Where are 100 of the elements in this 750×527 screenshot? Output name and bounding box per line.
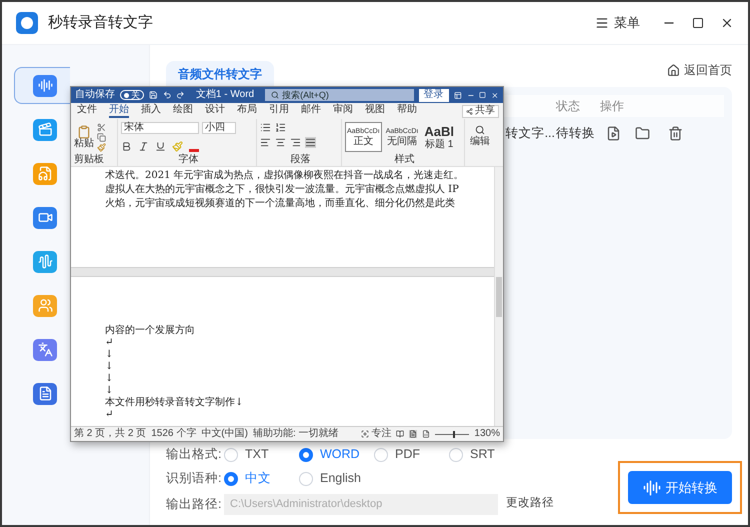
ribbon-tab[interactable]: 审阅	[333, 104, 353, 118]
radio-button[interactable]	[299, 448, 313, 462]
tab[interactable]: 音频文件转文字	[166, 61, 274, 87]
autosave-toggle[interactable]: 关	[120, 90, 144, 100]
option-label: 输出路径:	[166, 496, 222, 513]
bold-icon[interactable]	[121, 141, 132, 152]
menu-icon	[595, 16, 609, 30]
column-header: 状态	[556, 98, 581, 115]
app-logo-icon	[16, 12, 38, 34]
redo-icon[interactable]	[176, 90, 185, 100]
group-label: 段落	[290, 155, 312, 166]
status-text: 第 2 页，共 2 页	[74, 429, 146, 439]
delete-icon[interactable]	[668, 126, 683, 140]
document-line: ↵	[105, 337, 114, 349]
justify-icon[interactable]	[305, 137, 316, 148]
document-line: 本文件用秒转录音转文字制作↓	[105, 397, 244, 409]
read-mode-icon[interactable]	[396, 430, 404, 438]
ribbon-display-icon[interactable]	[454, 90, 462, 100]
radio-label: SRT	[470, 446, 495, 464]
document-title: 文档1 - Word	[196, 90, 254, 100]
font-color-icon[interactable]	[189, 149, 199, 152]
play-file-icon[interactable]	[606, 126, 621, 140]
document-line: 虚拟人在大热的元宇宙概念之下，很快引发一波流量。元宇宙概念点燃虚拟人 IP	[105, 183, 460, 197]
ribbon-tab[interactable]: 引用	[269, 104, 289, 118]
status-text: 辅助功能: 一切就绪	[252, 429, 339, 439]
ribbon-tab[interactable]: 设计	[205, 104, 225, 118]
search-icon	[271, 91, 280, 99]
font-size-field[interactable]: 小四	[202, 122, 236, 134]
radio-label: TXT	[245, 446, 269, 464]
document-line: ↓	[105, 349, 114, 361]
ribbon-tab[interactable]: 视图	[365, 104, 385, 118]
search-field[interactable]: 搜索(Alt+Q)	[265, 89, 414, 101]
ribbon-tab[interactable]: 文件	[77, 104, 97, 118]
ribbon-tab[interactable]: 布局	[237, 104, 257, 118]
align-right-icon[interactable]	[290, 137, 301, 148]
document-line: ↓	[105, 361, 114, 373]
italic-icon[interactable]	[138, 141, 149, 152]
ribbon-tab[interactable]: 邮件	[301, 104, 321, 118]
sign-in-button[interactable]: 登录	[418, 88, 449, 102]
style-preview: AaBl	[424, 124, 454, 138]
ribbon-tab[interactable]: 绘图	[173, 104, 193, 118]
folder-icon[interactable]	[635, 126, 650, 140]
app-title: 秒转录音转文字	[48, 12, 153, 33]
document-line: ↓	[105, 385, 114, 396]
align-left-icon[interactable]	[260, 137, 271, 148]
style-name: 标题 1	[425, 140, 454, 150]
font-name-field[interactable]: 宋体	[121, 122, 199, 134]
status-text: 1526 个字	[151, 429, 196, 439]
style-name: 正文	[353, 136, 374, 146]
sidebar-item[interactable]	[14, 67, 70, 104]
group-label: 字体	[178, 155, 200, 166]
format-painter-icon[interactable]	[97, 142, 106, 152]
status-text: 待转换	[556, 124, 596, 142]
style-swatch[interactable]: AaBl 标题 1	[422, 122, 456, 152]
ribbon-tab[interactable]: 帮助	[397, 104, 417, 118]
option-label: 识别语种:	[166, 470, 222, 488]
search-icon[interactable]	[475, 125, 485, 135]
vertical-scrollbar[interactable]	[494, 167, 503, 426]
autosave-label: 自动保存	[75, 90, 115, 100]
menu-button[interactable]: 菜单	[595, 13, 640, 33]
focus-icon[interactable]	[361, 430, 370, 438]
align-center-icon[interactable]	[275, 137, 286, 148]
bullet-list-icon[interactable]	[260, 122, 271, 133]
document-line: ↵	[105, 409, 114, 421]
web-layout-icon[interactable]	[422, 430, 430, 438]
undo-icon[interactable]	[162, 90, 172, 100]
group-label: 样式	[394, 155, 416, 166]
radio-label: 中文	[245, 470, 271, 488]
document-line: 术迭代。2021 年元宇宙成为热点，虚拟偶像柳夜熙在抖音一战成名，光速走红。	[105, 169, 465, 183]
document-line: ↓	[105, 373, 114, 385]
share-button[interactable]: 共享	[462, 104, 499, 118]
document-line: 内容的一个发展方向	[105, 325, 196, 337]
zoom-label: 130%	[474, 429, 500, 439]
radio-label: PDF	[395, 446, 420, 464]
save-icon[interactable]	[149, 90, 158, 100]
underline-icon[interactable]	[155, 141, 166, 152]
back-home-link[interactable]: 返回首页	[667, 61, 732, 79]
style-name: 无间隔	[387, 136, 418, 146]
share-icon	[466, 108, 473, 114]
ribbon-tab[interactable]: 插入	[141, 104, 161, 118]
maximize-icon[interactable]	[692, 17, 704, 29]
start-button[interactable]: 开始转换	[628, 471, 732, 504]
cut-icon[interactable]	[97, 122, 106, 132]
zoom-thumb[interactable]	[453, 430, 456, 438]
numbered-list-icon[interactable]	[275, 122, 286, 133]
focus-label[interactable]: 专注	[371, 429, 392, 439]
radio-label: WORD	[320, 446, 360, 464]
radio-button[interactable]	[224, 472, 238, 486]
change-path-link[interactable]: 更改路径	[506, 495, 554, 513]
paste-icon[interactable]	[77, 125, 91, 139]
paste-label[interactable]: 粘贴	[74, 139, 94, 149]
copy-icon[interactable]	[97, 132, 106, 142]
close-icon[interactable]	[720, 16, 734, 30]
column-header: 操作	[600, 98, 625, 115]
document-line: 火焰，元宇宙或成短视频赛道的下一个流量高地，而垂直化、细分化仍然是此类	[105, 197, 456, 211]
print-layout-icon[interactable]	[409, 430, 418, 438]
edit-label[interactable]: 编辑	[470, 137, 490, 147]
status-text: 中文(中国)	[201, 429, 248, 439]
option-label: 输出格式:	[166, 446, 222, 464]
close-icon[interactable]	[491, 90, 499, 100]
